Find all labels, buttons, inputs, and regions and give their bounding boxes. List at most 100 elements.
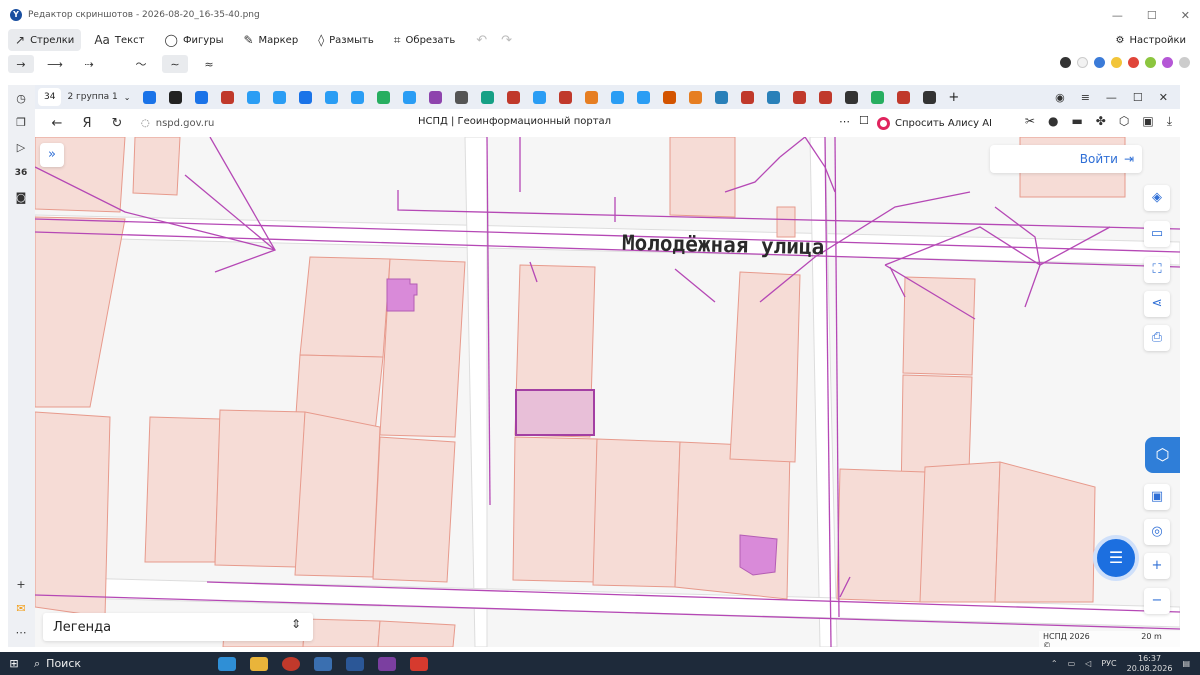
tab-favicon-icon[interactable]	[897, 90, 911, 104]
map-view[interactable]: Молодёжная улица » Войти ⇥ ◈ ▭ ⛶ ⋖ ⎙ ⬡ ▣…	[35, 137, 1180, 647]
more-icon[interactable]: ⋯	[839, 115, 850, 128]
reload-icon[interactable]: ↻	[109, 116, 125, 131]
screenshot-ext-icon[interactable]: ▣	[1142, 114, 1153, 129]
legend-panel[interactable]: Легенда ⇕	[43, 613, 313, 641]
calendar-icon[interactable]: 36	[13, 165, 29, 181]
tab-favicon-icon[interactable]	[767, 90, 781, 104]
login-button[interactable]: Войти ⇥	[990, 145, 1142, 173]
screenshot-icon[interactable]: ◙	[13, 190, 29, 206]
line-style-1[interactable]: 〜	[128, 55, 154, 73]
close-icon[interactable]: ✕	[1181, 9, 1190, 22]
tab-favicon-icon[interactable]	[299, 90, 313, 104]
color-swatch[interactable]	[1094, 57, 1105, 68]
language-indicator[interactable]: РУС	[1101, 659, 1116, 668]
select-area-button[interactable]: ⛶	[1144, 257, 1170, 283]
menu-icon[interactable]: ≡	[1081, 91, 1090, 104]
color-swatch[interactable]	[1145, 57, 1156, 68]
windows-start-icon[interactable]: ⊞	[0, 657, 28, 670]
url-field[interactable]: ◌ nspd.gov.ru	[141, 118, 214, 129]
color-swatch[interactable]	[1077, 57, 1088, 68]
maximize-icon[interactable]: ☐	[1133, 91, 1143, 104]
tab-favicon-icon[interactable]	[429, 90, 443, 104]
download-icon[interactable]: ⤓	[1167, 114, 1172, 129]
app-icon[interactable]	[378, 656, 396, 671]
chat-button[interactable]: ☰	[1093, 535, 1139, 581]
arrow-style-3[interactable]: ⇢	[76, 55, 102, 73]
tab-favicon-icon[interactable]	[845, 90, 859, 104]
tab-favicon-icon[interactable]	[195, 90, 209, 104]
tab-favicon-icon[interactable]	[689, 90, 703, 104]
undo-icon[interactable]: ↶	[476, 33, 487, 48]
tab-favicon-icon[interactable]	[819, 90, 833, 104]
tab-favicon-icon[interactable]	[663, 90, 677, 104]
tool-blur[interactable]: ◊ Размыть	[311, 29, 381, 51]
color-swatch[interactable]	[1128, 57, 1139, 68]
expand-panel-button[interactable]: »	[40, 143, 64, 167]
tab-count-badge[interactable]: 34	[38, 88, 62, 106]
zoom-in-button[interactable]: +	[1144, 553, 1170, 579]
tab-favicon-icon[interactable]	[741, 90, 755, 104]
minimize-icon[interactable]: —	[1112, 9, 1123, 22]
tab-favicon-icon[interactable]	[715, 90, 729, 104]
notifications-icon[interactable]: ▤	[1182, 659, 1190, 668]
color-swatch[interactable]	[1179, 57, 1190, 68]
word-icon[interactable]	[346, 656, 364, 671]
yandex-browser-icon[interactable]	[314, 656, 332, 671]
close-icon[interactable]: ✕	[1159, 91, 1168, 104]
extension-icon[interactable]: ●	[1048, 114, 1058, 129]
tab-favicon-icon[interactable]	[923, 90, 937, 104]
more-icon[interactable]: ⋯	[13, 625, 29, 641]
tab-favicon-icon[interactable]	[325, 90, 339, 104]
tab-favicon-icon[interactable]	[247, 90, 261, 104]
layers-button[interactable]: ◈	[1144, 185, 1170, 211]
tab-favicon-icon[interactable]	[585, 90, 599, 104]
tool-text[interactable]: Aa Текст	[87, 29, 151, 51]
mail-icon[interactable]: ✉	[13, 601, 29, 617]
tab-favicon-icon[interactable]	[351, 90, 365, 104]
app-icon[interactable]	[282, 656, 300, 671]
explorer-icon[interactable]	[250, 656, 268, 671]
clock[interactable]: 16:37 20.08.2026	[1127, 654, 1173, 674]
profile-icon[interactable]: ◉	[1055, 91, 1065, 104]
maximize-icon[interactable]: ☐	[1147, 9, 1157, 22]
yandex-icon[interactable]: Я	[79, 116, 95, 131]
hat-icon[interactable]: ▬	[1071, 114, 1082, 129]
play-icon[interactable]: ▷	[13, 140, 29, 156]
tab-favicon-icon[interactable]	[403, 90, 417, 104]
tab-favicon-icon[interactable]	[143, 90, 157, 104]
volume-icon[interactable]: ◁	[1085, 659, 1091, 668]
scissors-icon[interactable]: ✂	[1025, 114, 1035, 129]
color-swatch[interactable]	[1162, 57, 1173, 68]
palette-icon[interactable]: ⬡	[1119, 114, 1129, 129]
tab-favicon-icon[interactable]	[871, 90, 885, 104]
tab-group[interactable]: 2 группа 1	[67, 92, 117, 102]
redo-icon[interactable]: ↷	[501, 33, 512, 48]
minimap-button[interactable]: ▣	[1144, 484, 1170, 510]
zoom-out-button[interactable]: −	[1144, 588, 1170, 614]
color-swatch[interactable]	[1060, 57, 1071, 68]
tool-crop[interactable]: ⌗ Обрезать	[387, 29, 462, 51]
locate-button[interactable]: ◎	[1144, 519, 1170, 545]
tab-favicon-icon[interactable]	[611, 90, 625, 104]
network-icon[interactable]: ▭	[1068, 659, 1076, 668]
back-icon[interactable]: ←	[49, 116, 65, 131]
collections-icon[interactable]: ❐	[13, 115, 29, 131]
edge-icon[interactable]	[218, 656, 236, 671]
line-style-2[interactable]: ∼	[162, 55, 188, 73]
print-button[interactable]: ⎙	[1144, 325, 1170, 351]
add-panel-icon[interactable]: +	[13, 577, 29, 593]
assistant-button[interactable]: ⬡	[1145, 437, 1180, 473]
tool-arrows[interactable]: ↗ Стрелки	[8, 29, 82, 51]
bookmark-icon[interactable]: ☐	[859, 114, 869, 127]
tab-favicon-icon[interactable]	[273, 90, 287, 104]
new-tab-icon[interactable]: +	[948, 90, 959, 105]
tab-favicon-icon[interactable]	[377, 90, 391, 104]
settings-button[interactable]: ⚙ Настройки	[1116, 28, 1186, 52]
arrow-style-1[interactable]: →	[8, 55, 34, 73]
tab-favicon-icon[interactable]	[481, 90, 495, 104]
tool-marker[interactable]: ✎ Маркер	[236, 29, 305, 51]
color-swatch[interactable]	[1111, 57, 1122, 68]
tab-favicon-icon[interactable]	[559, 90, 573, 104]
line-style-3[interactable]: ≈	[196, 55, 222, 73]
tab-favicon-icon[interactable]	[455, 90, 469, 104]
